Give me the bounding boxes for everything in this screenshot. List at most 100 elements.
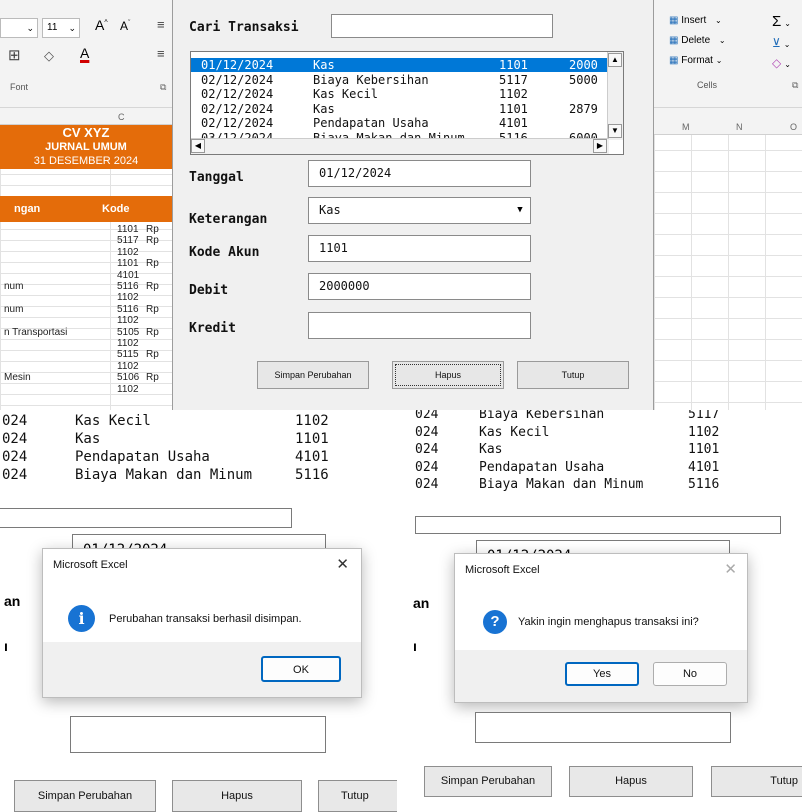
listbox-cell-code: 4101 bbox=[499, 116, 528, 130]
column-o-header[interactable]: O bbox=[790, 122, 797, 132]
scroll-down-icon[interactable]: ▼ bbox=[608, 124, 622, 138]
journal-row-code[interactable]: 5105 bbox=[117, 327, 139, 338]
scroll-left-icon[interactable]: ◀ bbox=[191, 139, 205, 153]
listbox-row[interactable]: 02/12/2024 Kas 1101 2879 bbox=[191, 102, 611, 116]
journal-row-code[interactable]: 5116 bbox=[117, 304, 139, 315]
journal-row-code[interactable]: 1102 bbox=[117, 361, 139, 372]
fill-color-icon[interactable]: ◇ bbox=[44, 48, 54, 64]
journal-row-code[interactable]: 5117 bbox=[117, 235, 139, 246]
delete-button[interactable]: Hapus bbox=[172, 780, 302, 812]
journal-row-rp[interactable]: Rp bbox=[146, 258, 159, 269]
close-icon[interactable]: ✕ bbox=[724, 560, 737, 578]
listbox-row[interactable]: 01/12/2024 Kas 1101 2000 bbox=[191, 58, 611, 72]
background-kredit-field bbox=[70, 716, 326, 753]
journal-row-code[interactable]: 1101 bbox=[117, 258, 139, 269]
wrap-icon[interactable]: ≡ bbox=[157, 46, 165, 61]
shrink-font-button[interactable]: Aˇ bbox=[120, 19, 130, 33]
listbox-row[interactable]: 02/12/2024 Biaya Kebersihan 5117 5000 bbox=[191, 73, 611, 87]
panel-delete-confirmation: 024 Biaya Kebersihan 5117 024 Kas Kecil 1102 0… bbox=[405, 410, 802, 812]
listbox-vertical-scrollbar[interactable]: ▲ ▼ bbox=[607, 52, 623, 140]
journal-row-code[interactable]: 1102 bbox=[117, 384, 139, 395]
delete-button[interactable]: ▦ Delete ⌄ bbox=[669, 35, 726, 46]
no-button[interactable]: No bbox=[653, 662, 727, 686]
scroll-right-icon[interactable]: ▶ bbox=[593, 139, 607, 153]
background-label-kode: ı bbox=[413, 638, 417, 654]
keterangan-label: Keterangan bbox=[189, 212, 268, 227]
journal-row-code[interactable]: 1102 bbox=[117, 338, 139, 349]
background-row-code: 5116 bbox=[295, 467, 329, 483]
journal-row-rp[interactable]: Rp bbox=[146, 235, 159, 246]
journal-row-desc[interactable]: Mesin bbox=[4, 372, 31, 383]
journal-row-code[interactable]: 1101 bbox=[117, 224, 139, 235]
format-cells-icon: ▦ bbox=[669, 55, 679, 66]
listbox-cell-code: 1101 bbox=[499, 101, 528, 116]
journal-row-rp[interactable]: Rp bbox=[146, 281, 159, 292]
borders-icon[interactable]: ⊞ bbox=[8, 46, 21, 64]
search-input[interactable] bbox=[331, 14, 553, 38]
journal-row-code[interactable]: 1102 bbox=[117, 247, 139, 258]
journal-row-code[interactable]: 5116 bbox=[117, 281, 139, 292]
journal-row-desc[interactable]: num bbox=[4, 281, 23, 292]
kode-akun-input[interactable]: 1101 bbox=[308, 235, 531, 262]
listbox-row[interactable]: 02/12/2024 Kas Kecil 1102 bbox=[191, 87, 611, 101]
dialog-message: Perubahan transaksi berhasil disimpan. bbox=[109, 613, 302, 625]
journal-row-code[interactable]: 5115 bbox=[117, 349, 139, 360]
fill-down-icon[interactable]: ⊻ ⌄ bbox=[772, 36, 791, 50]
background-row-year: 024 bbox=[415, 477, 439, 492]
close-button[interactable]: Tutup bbox=[318, 780, 397, 812]
grow-font-button[interactable]: A^ bbox=[95, 17, 108, 33]
transaction-listbox[interactable]: 01/12/2024 Kas 1101 2000 02/12/2024 Biaya Keb… bbox=[190, 51, 624, 155]
format-button[interactable]: ▦ Format ⌄ bbox=[669, 55, 722, 66]
dialog-launcher-icon[interactable]: ⧉ bbox=[160, 82, 166, 93]
kredit-input[interactable] bbox=[308, 312, 531, 339]
background-row-code: 1101 bbox=[688, 442, 720, 457]
save-changes-button[interactable]: Simpan Perubahan bbox=[14, 780, 156, 812]
listbox-cell-date: 02/12/2024 bbox=[201, 101, 274, 116]
close-icon[interactable]: ✕ bbox=[336, 555, 349, 573]
background-row-year: 024 bbox=[2, 413, 28, 429]
journal-row-code[interactable]: 5106 bbox=[117, 372, 139, 383]
font-size-combo[interactable]: 11 ⌄ bbox=[42, 18, 80, 38]
save-changes-button[interactable]: Simpan Perubahan bbox=[257, 361, 369, 389]
dialog-launcher-icon[interactable]: ⧉ bbox=[792, 80, 798, 91]
journal-row-rp[interactable]: Rp bbox=[146, 372, 159, 383]
debit-input[interactable]: 2000000 bbox=[308, 273, 531, 300]
insert-button[interactable]: ▦ Insert ⌄ bbox=[669, 15, 722, 26]
keterangan-combobox[interactable]: Kas ▼ bbox=[308, 197, 531, 224]
scroll-up-icon[interactable]: ▲ bbox=[608, 53, 622, 67]
debit-label: Debit bbox=[189, 283, 229, 298]
close-button[interactable]: Tutup bbox=[517, 361, 629, 389]
tanggal-input[interactable]: 01/12/2024 bbox=[308, 160, 531, 187]
journal-row-rp[interactable]: Rp bbox=[146, 304, 159, 315]
align-icon[interactable]: ≡ bbox=[157, 17, 165, 32]
chevron-down-icon[interactable]: ▼ bbox=[512, 201, 528, 220]
ok-button[interactable]: OK bbox=[261, 656, 341, 682]
delete-button[interactable]: Hapus bbox=[569, 766, 693, 797]
column-m-header[interactable]: M bbox=[682, 122, 690, 132]
autosum-button[interactable]: Σ ⌄ bbox=[772, 13, 791, 30]
journal-row-code[interactable]: 1102 bbox=[117, 315, 139, 326]
journal-row-rp[interactable]: Rp bbox=[146, 349, 159, 360]
journal-row-rp[interactable]: Rp bbox=[146, 327, 159, 338]
clear-eraser-icon[interactable]: ◇ ⌄ bbox=[772, 56, 791, 70]
listbox-cell-date: 02/12/2024 bbox=[201, 116, 274, 130]
background-row-desc: Biaya Makan dan Minum bbox=[75, 467, 253, 483]
font-name-combo-arrow[interactable]: ⌄ bbox=[0, 18, 38, 38]
font-color-icon[interactable]: A bbox=[80, 45, 89, 61]
journal-date: 31 DESEMBER 2024 bbox=[33, 155, 139, 167]
journal-row-desc[interactable]: num bbox=[4, 304, 23, 315]
journal-row-code[interactable]: 4101 bbox=[117, 270, 139, 281]
listbox-row[interactable]: 02/12/2024 Pendapatan Usaha 4101 bbox=[191, 116, 611, 130]
save-changes-button[interactable]: Simpan Perubahan bbox=[424, 766, 552, 797]
delete-button[interactable]: Hapus bbox=[392, 361, 504, 389]
column-n-header[interactable]: N bbox=[736, 122, 743, 132]
listbox-horizontal-scrollbar[interactable]: ◀ ▶ bbox=[191, 138, 609, 154]
journal-row-desc[interactable]: n Transportasi bbox=[4, 327, 67, 338]
listbox-cell-code: 1101 bbox=[499, 58, 528, 72]
journal-row-rp[interactable]: Rp bbox=[146, 224, 159, 235]
column-c-header[interactable]: C bbox=[118, 112, 125, 122]
background-listbox-edge bbox=[0, 508, 292, 528]
yes-button[interactable]: Yes bbox=[565, 662, 639, 686]
journal-row-code[interactable]: 1102 bbox=[117, 292, 139, 303]
close-button[interactable]: Tutup bbox=[711, 766, 802, 797]
